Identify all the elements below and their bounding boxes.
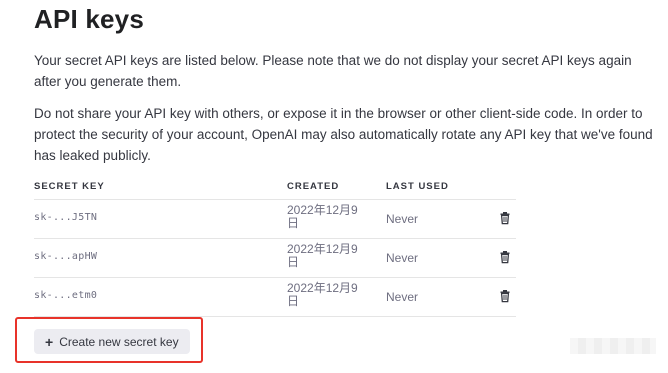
trash-icon xyxy=(500,251,510,264)
table-row: sk-...J5TN 2022年12月9日 Never xyxy=(34,200,516,239)
plus-icon: + xyxy=(45,333,54,350)
header-last-used: LAST USED xyxy=(386,181,449,192)
trash-icon xyxy=(500,212,510,225)
created-date: 2022年12月9日 xyxy=(287,203,358,230)
created-date: 2022年12月9日 xyxy=(287,281,358,308)
trash-icon xyxy=(500,290,510,303)
delete-key-button[interactable] xyxy=(498,211,512,225)
table-header: SECRET KEY CREATED LAST USED xyxy=(34,176,516,200)
table-row: sk-...apHW 2022年12月9日 Never xyxy=(34,239,516,278)
watermark xyxy=(570,338,656,354)
create-button-label: Create new secret key xyxy=(59,334,179,349)
delete-key-button[interactable] xyxy=(498,250,512,264)
secret-key-value: sk-...J5TN xyxy=(34,212,98,223)
page-title: API keys xyxy=(34,4,145,34)
header-secret-key: SECRET KEY xyxy=(34,181,105,192)
created-date: 2022年12月9日 xyxy=(287,242,358,269)
secret-key-value: sk-...apHW xyxy=(34,251,98,262)
last-used-value: Never xyxy=(386,212,419,226)
header-created: CREATED xyxy=(287,181,340,192)
description-security-warning: Do not share your API key with others, o… xyxy=(34,106,653,163)
table-row: sk-...etm0 2022年12月9日 Never xyxy=(34,278,516,317)
api-keys-table: SECRET KEY CREATED LAST USED sk-...J5TN … xyxy=(34,176,516,317)
description-keys-listed: Your secret API keys are listed below. P… xyxy=(34,53,632,89)
delete-key-button[interactable] xyxy=(498,289,512,303)
last-used-value: Never xyxy=(386,290,419,304)
secret-key-value: sk-...etm0 xyxy=(34,290,98,301)
create-new-secret-key-button[interactable]: + Create new secret key xyxy=(34,329,190,354)
last-used-value: Never xyxy=(386,251,419,265)
